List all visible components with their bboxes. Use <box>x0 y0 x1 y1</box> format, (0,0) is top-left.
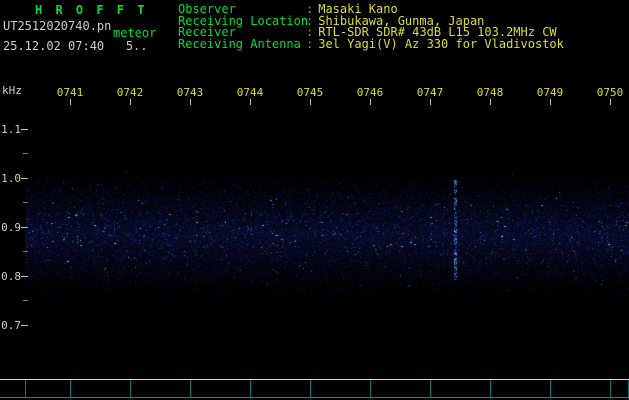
x-axis-tick <box>550 99 551 105</box>
signal-level-minute-tick <box>490 380 491 397</box>
receiver-info: Observer: Masaki Kano Receiving Location:… <box>178 3 564 51</box>
y-axis-minor-tick <box>23 251 28 252</box>
x-axis-label: 0745 <box>296 86 324 99</box>
y-axis-label: 0.9 <box>1 221 21 234</box>
signal-level-minute-tick <box>190 380 191 397</box>
x-axis-tick <box>490 99 491 105</box>
y-axis-minor-tick <box>23 153 28 154</box>
x-axis-tick <box>130 99 131 105</box>
y-axis-minor-tick <box>23 300 28 301</box>
x-axis-label: 0746 <box>356 86 384 99</box>
info-separator: : <box>306 36 314 51</box>
info-value: 3el Yagi(V) Az 330 for Vladivostok <box>318 36 564 51</box>
info-row-antenna: Receiving Antenna:3el Yagi(V) Az 330 for… <box>178 36 564 51</box>
x-axis-tick <box>310 99 311 105</box>
signal-level-minute-tick <box>430 380 431 397</box>
y-axis-unit: kHz <box>2 84 22 97</box>
hrofft-window: H R O F F T UT2512020740.pn meteor 25.12… <box>0 0 629 400</box>
x-axis-label: 0750 <box>596 86 624 99</box>
signal-level-minute-tick <box>70 380 71 397</box>
signal-level-minute-tick <box>250 380 251 397</box>
signal-level-minute-tick <box>610 380 611 397</box>
x-axis-label: 0744 <box>236 86 264 99</box>
y-axis-tick <box>21 129 28 130</box>
x-axis-tick <box>250 99 251 105</box>
x-axis-label: 0742 <box>116 86 144 99</box>
spectrogram-canvas <box>25 105 629 375</box>
signal-level-minute-tick <box>370 380 371 397</box>
x-axis-label: 0747 <box>416 86 444 99</box>
x-axis-tick <box>70 99 71 105</box>
y-axis-label: 0.7 <box>1 319 21 332</box>
mode-label: meteor <box>113 26 157 40</box>
x-axis-label: 0749 <box>536 86 564 99</box>
y-axis-tick <box>21 227 28 228</box>
x-axis-tick <box>370 99 371 105</box>
y-axis-label: 1.0 <box>1 172 21 185</box>
y-axis-label: 1.1 <box>1 123 21 136</box>
x-axis-label: 0748 <box>476 86 504 99</box>
signal-level-minute-tick <box>310 380 311 397</box>
y-axis-tick <box>21 276 28 277</box>
signal-level-minute-tick <box>25 380 26 397</box>
y-axis-tick <box>21 178 28 179</box>
signal-level-minute-tick <box>130 380 131 397</box>
y-axis-minor-tick <box>23 202 28 203</box>
capture-filename: UT2512020740.pn <box>3 19 112 33</box>
signal-level-minute-tick <box>550 380 551 397</box>
x-axis-label: 0741 <box>56 86 84 99</box>
info-label: Receiving Antenna <box>178 36 301 51</box>
datetime-label: 25.12.02 07:40 5.. <box>3 39 148 53</box>
x-axis-tick <box>610 99 611 105</box>
x-axis-label: 0743 <box>176 86 204 99</box>
signal-level-trace <box>0 379 629 380</box>
signal-level-baseline <box>0 397 629 398</box>
y-axis-label: 0.8 <box>1 270 21 283</box>
y-axis-tick <box>21 325 28 326</box>
x-axis-tick <box>190 99 191 105</box>
app-title: H R O F F T <box>35 3 148 17</box>
x-axis-tick <box>430 99 431 105</box>
